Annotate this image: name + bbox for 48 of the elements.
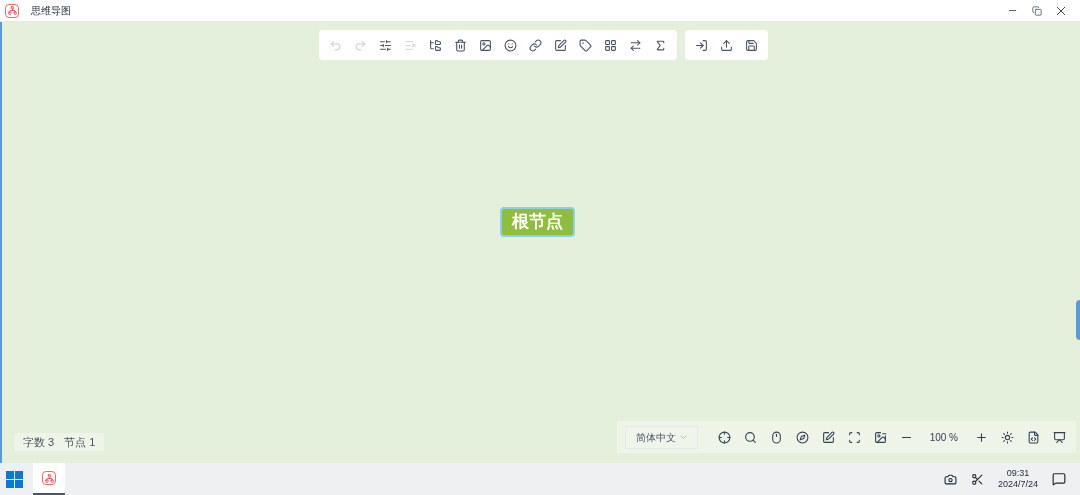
windows-start-icon[interactable]: [6, 470, 23, 488]
smiley-icon: [503, 38, 517, 52]
word-count: 字数 3: [23, 434, 55, 450]
taskbar-app[interactable]: [33, 463, 65, 495]
chevron-down-icon: [679, 434, 687, 440]
window-title: 思维导图: [31, 4, 71, 18]
save-icon: [744, 38, 758, 52]
sun-button[interactable]: [998, 428, 1016, 446]
import-icon: [694, 38, 708, 52]
trash-icon: [453, 38, 467, 52]
undo-icon: [328, 38, 342, 52]
restore-icon[interactable]: [1032, 5, 1042, 16]
clock-time: 09:31: [1006, 468, 1030, 479]
app-icon: [44, 473, 54, 483]
side-panel-handle[interactable]: [1076, 300, 1080, 340]
compass-button[interactable]: [793, 428, 812, 446]
language-select[interactable]: 简体中文: [624, 425, 698, 449]
redo-icon: [353, 38, 367, 52]
zoom-level: 100 %: [928, 430, 959, 445]
compass-icon: [796, 430, 810, 444]
child-node-icon: [428, 38, 442, 52]
minus-icon: [902, 436, 912, 438]
edit-icon: [822, 430, 836, 444]
link-icon: [528, 38, 542, 52]
mouse-icon: [770, 430, 784, 444]
node-count: 节点 1: [64, 434, 96, 450]
clear-format-icon: [403, 38, 417, 52]
code-icon: [1026, 430, 1040, 444]
sliders-icon: [378, 38, 392, 52]
camera-icon[interactable]: [943, 472, 957, 486]
clock-date: 2024/7/24: [997, 479, 1038, 490]
notification-icon[interactable]: [1052, 472, 1066, 486]
crosshair-icon: [718, 430, 732, 444]
close-icon[interactable]: [1056, 5, 1066, 16]
crosshair-button[interactable]: [715, 428, 734, 446]
presentation-icon: [1052, 430, 1066, 444]
note-icon: [553, 38, 567, 52]
upload-icon: [719, 38, 733, 52]
swap-arrows-icon: [628, 38, 642, 52]
grid-icon: [603, 38, 617, 52]
scissors-icon[interactable]: [970, 472, 984, 486]
tag-icon: [578, 38, 592, 52]
image-icon: [478, 38, 492, 52]
sun-icon: [1000, 430, 1014, 444]
app-icon: [5, 3, 19, 18]
search-icon: [744, 430, 758, 444]
plus-icon: [974, 430, 988, 444]
fit-view-icon: [848, 430, 862, 444]
